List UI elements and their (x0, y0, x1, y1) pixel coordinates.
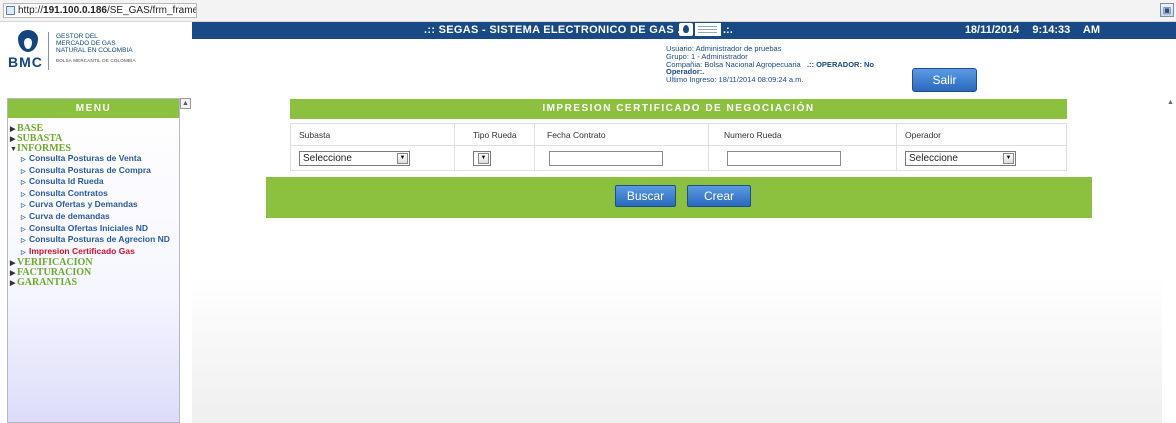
menu-list: ▶ BASE ▶ SUBASTA ▼INFORMES ▷ Consulta Posturas… (10, 124, 178, 288)
crear-button[interactable]: Crear (687, 185, 751, 207)
col-fecha-contrato: Fecha Contrato (547, 130, 606, 140)
title-bars-icon (695, 23, 721, 36)
submenu-arrow-icon: ▷ (21, 191, 26, 198)
filter-table: Subasta Tipo Rueda Fecha Contrato Numero… (290, 123, 1067, 171)
user-info: Usuario: Administrador de pruebas Grupo:… (666, 45, 874, 84)
bmc-logo: BMC GESTOR DEL MERCADO DE GAS NATURAL EN… (6, 24, 190, 90)
url-host: 191.100.0.186 (43, 5, 107, 16)
app-title: .:: SEGAS - SISTEMA ELECTRONICO DE GAS .… (424, 24, 688, 36)
browser-address-bar: http://191.100.0.186/SE_GAS/frm_frame.as… (0, 0, 1176, 22)
col-tipo-rueda: Tipo Rueda (473, 130, 517, 140)
logo-line-2: MERCADO DE GAS (56, 40, 116, 47)
sidebar-item-label: GARANTIAS (17, 277, 78, 289)
user-ultimo-ingreso: Ultimo Ingreso: 18/11/2014 08:09:24 a.m. (666, 75, 804, 85)
numero-rueda-input[interactable] (727, 151, 841, 166)
gas-drop-icon (18, 30, 38, 52)
menu-title: MENU (8, 99, 179, 118)
submenu-arrow-icon: ▷ (21, 157, 26, 163)
url-path: /SE_GAS/frm_frame.aspx (106, 5, 196, 16)
date: 18/11/2014 (964, 24, 1020, 36)
operador-select[interactable]: Seleccione ▼ (905, 151, 1016, 166)
submenu-arrow-icon: ▷ (21, 226, 26, 233)
datetime: 18/11/2014 9:14:33 AM (965, 24, 1100, 36)
app-header: BMC GESTOR DEL MERCADO DE GAS NATURAL EN… (0, 22, 1176, 98)
title-logo-icon (679, 23, 693, 36)
page-icon (6, 6, 15, 15)
window-icon[interactable]: ▣ (1160, 3, 1174, 17)
submenu-arrow-icon: ▷ (21, 238, 26, 245)
time: 9:14:33 AM (1032, 24, 1100, 36)
logo-brand: BMC (8, 54, 43, 70)
sidebar-item-label: Consulta Id Rueda (29, 176, 104, 187)
title-suffix: .:. (723, 24, 733, 36)
chevron-down-icon[interactable]: ▼ (397, 153, 408, 164)
submenu-arrow-icon: ▷ (21, 214, 26, 221)
sidebar-scroll-up-icon[interactable]: ▲ (180, 98, 191, 109)
operador-flag: .:: OPERADOR: No (806, 59, 875, 69)
buscar-button[interactable]: Buscar (615, 185, 676, 207)
submenu-arrow-icon: ▷ (21, 180, 26, 187)
sidebar-item-label: Curva de demandas (29, 210, 110, 221)
logo-line-3: NATURAL EN COLOMBIA (56, 47, 133, 54)
collapsed-arrow-icon: ▶ (10, 269, 16, 278)
col-numero-rueda: Numero Rueda (724, 130, 782, 140)
logo-subtitle: BOLSA MERCANTIL DE COLOMBIA (56, 58, 136, 63)
sidebar-item-label: Impresion Certificado Gas (29, 245, 135, 256)
url-field[interactable]: http://191.100.0.186/SE_GAS/frm_frame.as… (3, 3, 197, 18)
form-title: IMPRESION CERTIFICADO DE NEGOCIACIÓN (290, 99, 1067, 119)
sidebar-item-label: Consulta Contratos (29, 187, 108, 198)
col-operador: Operador (905, 130, 941, 140)
tipo-rueda-select[interactable]: ▼ (473, 151, 491, 166)
collapsed-arrow-icon: ▶ (10, 125, 16, 133)
salir-button[interactable]: Salir (912, 68, 977, 92)
logo-line-1: GESTOR DEL (56, 33, 98, 40)
subasta-select[interactable]: Seleccione ▼ (299, 151, 410, 166)
col-subasta: Subasta (299, 130, 331, 140)
collapsed-arrow-icon: ▶ (10, 259, 16, 268)
content-scroll-up-icon[interactable]: ▲ (1165, 98, 1176, 109)
chevron-down-icon[interactable]: ▼ (1003, 153, 1014, 164)
sidebar-item-label: Consulta Posturas de Agrecion ND (29, 234, 170, 245)
action-bar: Buscar Crear (266, 177, 1092, 218)
collapsed-arrow-icon: ▶ (10, 279, 16, 288)
sidebar-item-garantias[interactable]: ▶ GARANTIAS (10, 278, 178, 288)
collapsed-arrow-icon: ▶ (10, 135, 16, 143)
expanded-arrow-icon: ▼ (10, 145, 17, 153)
fecha-contrato-input[interactable] (549, 151, 663, 166)
logo-divider (48, 32, 49, 70)
chevron-down-icon[interactable]: ▼ (478, 153, 489, 164)
sidebar-item-label: Curva Ofertas y Demandas (29, 199, 138, 210)
sidebar-item-label: Consulta Posturas de Venta (29, 153, 142, 163)
title-bar: .:: SEGAS - SISTEMA ELECTRONICO DE GAS .… (192, 22, 1176, 39)
submenu-arrow-icon: ▷ (21, 203, 26, 210)
sidebar-item-label: Consulta Posturas de Compra (29, 164, 151, 175)
sidebar-item-label: Consulta Ofertas Iniciales ND (29, 222, 149, 233)
submenu-arrow-icon: ▷ (21, 168, 26, 175)
sidebar-menu: MENU ▶ BASE ▶ SUBASTA ▼INFORMES ▷ Consulta Pos… (7, 98, 180, 423)
